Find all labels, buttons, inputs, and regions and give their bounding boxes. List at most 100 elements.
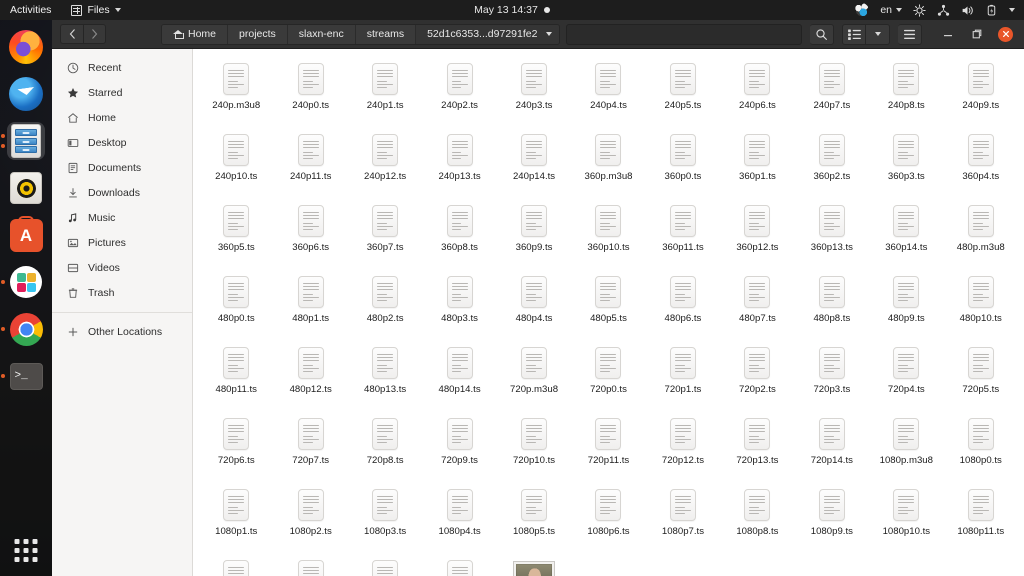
dock-item-slack[interactable] bbox=[7, 263, 45, 301]
file-item[interactable]: 1080p10.ts bbox=[869, 484, 943, 551]
file-item[interactable]: 360p4.ts bbox=[944, 129, 1018, 196]
file-item[interactable]: 360p0.ts bbox=[646, 129, 720, 196]
file-item[interactable]: 480p6.ts bbox=[646, 271, 720, 338]
dock-item-rhythmbox[interactable] bbox=[7, 169, 45, 207]
file-item[interactable]: 720p7.ts bbox=[273, 413, 347, 480]
file-item[interactable]: 720p11.ts bbox=[571, 413, 645, 480]
breadcrumb-item-streams[interactable]: streams bbox=[356, 25, 416, 44]
file-item[interactable]: 720p0.ts bbox=[571, 342, 645, 409]
breadcrumb-item-projects[interactable]: projects bbox=[228, 25, 288, 44]
chevron-down-icon[interactable] bbox=[1009, 8, 1015, 12]
file-item[interactable]: 480p12.ts bbox=[273, 342, 347, 409]
close-button[interactable] bbox=[998, 27, 1013, 42]
file-item[interactable]: 360p5.ts bbox=[199, 200, 273, 267]
file-item[interactable]: 720p.m3u8 bbox=[497, 342, 571, 409]
keyboard-layout-indicator[interactable]: en bbox=[880, 4, 902, 16]
dock-item-thunderbird[interactable] bbox=[7, 75, 45, 113]
view-toggle-button[interactable] bbox=[842, 24, 866, 45]
activities-button[interactable]: Activities bbox=[10, 4, 51, 16]
file-item[interactable]: 480p5.ts bbox=[571, 271, 645, 338]
file-item[interactable]: 480p0.ts bbox=[199, 271, 273, 338]
file-item[interactable]: 720p2.ts bbox=[720, 342, 794, 409]
file-item[interactable]: 480p10.ts bbox=[944, 271, 1018, 338]
file-item[interactable]: 360p10.ts bbox=[571, 200, 645, 267]
file-list-view[interactable]: 240p.m3u8240p0.ts240p1.ts240p2.ts240p3.t… bbox=[193, 49, 1024, 576]
sidebar-item-music[interactable]: Music bbox=[52, 205, 192, 230]
file-item[interactable]: 720p14.ts bbox=[795, 413, 869, 480]
file-item[interactable]: 1080p11.ts bbox=[944, 484, 1018, 551]
file-item[interactable]: 240p7.ts bbox=[795, 58, 869, 125]
file-item[interactable]: 360p11.ts bbox=[646, 200, 720, 267]
file-item[interactable]: 480p11.ts bbox=[199, 342, 273, 409]
file-item[interactable]: 240p12.ts bbox=[348, 129, 422, 196]
back-button[interactable] bbox=[60, 24, 83, 44]
view-options-dropdown[interactable] bbox=[866, 24, 890, 45]
file-item[interactable]: 360p6.ts bbox=[273, 200, 347, 267]
file-item[interactable]: 240p11.ts bbox=[273, 129, 347, 196]
sidebar-item-desktop[interactable]: Desktop bbox=[52, 130, 192, 155]
file-item[interactable]: 1080p13.ts bbox=[273, 555, 347, 576]
file-item[interactable]: 240p9.ts bbox=[944, 58, 1018, 125]
file-item[interactable]: 360p2.ts bbox=[795, 129, 869, 196]
file-item[interactable]: 240p0.ts bbox=[273, 58, 347, 125]
maximize-button[interactable] bbox=[969, 27, 984, 42]
file-item[interactable]: 360p13.ts bbox=[795, 200, 869, 267]
file-item[interactable]: 1080p3.ts bbox=[348, 484, 422, 551]
show-applications-button[interactable] bbox=[15, 539, 38, 562]
sidebar-item-videos[interactable]: Videos bbox=[52, 255, 192, 280]
file-item[interactable]: 1080p4.ts bbox=[422, 484, 496, 551]
breadcrumb-item-home[interactable]: Home bbox=[162, 25, 228, 44]
file-item[interactable]: 720p12.ts bbox=[646, 413, 720, 480]
forward-button[interactable] bbox=[83, 24, 106, 44]
sidebar-item-home[interactable]: Home bbox=[52, 105, 192, 130]
file-item[interactable]: 480p8.ts bbox=[795, 271, 869, 338]
file-item[interactable]: 1080p6.ts bbox=[571, 484, 645, 551]
file-item[interactable]: 720p3.ts bbox=[795, 342, 869, 409]
breadcrumb-item-slaxn-enc[interactable]: slaxn-enc bbox=[288, 25, 356, 44]
file-item[interactable]: 720p5.ts bbox=[944, 342, 1018, 409]
file-item[interactable]: 1080p14.ts bbox=[348, 555, 422, 576]
file-item[interactable]: 360p1.ts bbox=[720, 129, 794, 196]
file-item[interactable]: 360p12.ts bbox=[720, 200, 794, 267]
file-item[interactable]: 720p13.ts bbox=[720, 413, 794, 480]
ubuntu-logo-icon[interactable] bbox=[854, 3, 869, 18]
file-item[interactable]: 720p1.ts bbox=[646, 342, 720, 409]
file-item[interactable]: 360p.m3u8 bbox=[571, 129, 645, 196]
file-item[interactable]: 1080p.m3u8 bbox=[869, 413, 943, 480]
file-item[interactable]: 240p13.ts bbox=[422, 129, 496, 196]
file-item[interactable]: 240p6.ts bbox=[720, 58, 794, 125]
file-item[interactable]: 360p9.ts bbox=[497, 200, 571, 267]
file-item[interactable]: 240p8.ts bbox=[869, 58, 943, 125]
file-item[interactable]: 480p13.ts bbox=[348, 342, 422, 409]
file-item[interactable]: 240p2.ts bbox=[422, 58, 496, 125]
file-item[interactable]: 240p1.ts bbox=[348, 58, 422, 125]
sidebar-item-other-locations[interactable]: Other Locations bbox=[52, 319, 192, 344]
file-item[interactable]: 360p14.ts bbox=[869, 200, 943, 267]
dock-item-app-center[interactable] bbox=[7, 216, 45, 254]
file-item[interactable]: 360p8.ts bbox=[422, 200, 496, 267]
sidebar-item-pictures[interactable]: Pictures bbox=[52, 230, 192, 255]
file-item[interactable]: 480p9.ts bbox=[869, 271, 943, 338]
file-item[interactable]: 480p.m3u8 bbox=[944, 200, 1018, 267]
dock-item-terminal[interactable]: >_ bbox=[7, 357, 45, 395]
file-item[interactable]: 240p3.ts bbox=[497, 58, 571, 125]
file-item[interactable]: 360p3.ts bbox=[869, 129, 943, 196]
minimize-button[interactable] bbox=[940, 27, 955, 42]
file-item[interactable]: 1080p8.ts bbox=[720, 484, 794, 551]
breadcrumb-item-current[interactable]: 52d1c6353...d97291fe2 bbox=[416, 25, 559, 44]
file-item[interactable]: 720p6.ts bbox=[199, 413, 273, 480]
file-item[interactable]: 1080p1.ts bbox=[199, 484, 273, 551]
app-menu-button[interactable]: Files bbox=[71, 4, 120, 16]
file-item[interactable]: 480p14.ts bbox=[422, 342, 496, 409]
file-item[interactable]: 480p1.ts bbox=[273, 271, 347, 338]
file-item[interactable]: 360p7.ts bbox=[348, 200, 422, 267]
sidebar-item-downloads[interactable]: Downloads bbox=[52, 180, 192, 205]
sidebar-item-recent[interactable]: Recent bbox=[52, 55, 192, 80]
dock-item-firefox[interactable] bbox=[7, 28, 45, 66]
file-item[interactable]: 720p8.ts bbox=[348, 413, 422, 480]
file-item[interactable]: 480p7.ts bbox=[720, 271, 794, 338]
file-item[interactable]: 1080p9.ts bbox=[795, 484, 869, 551]
file-item[interactable]: 720p10.ts bbox=[497, 413, 571, 480]
file-item[interactable]: 1080p5.ts bbox=[497, 484, 571, 551]
file-item[interactable]: 240p.m3u8 bbox=[199, 58, 273, 125]
